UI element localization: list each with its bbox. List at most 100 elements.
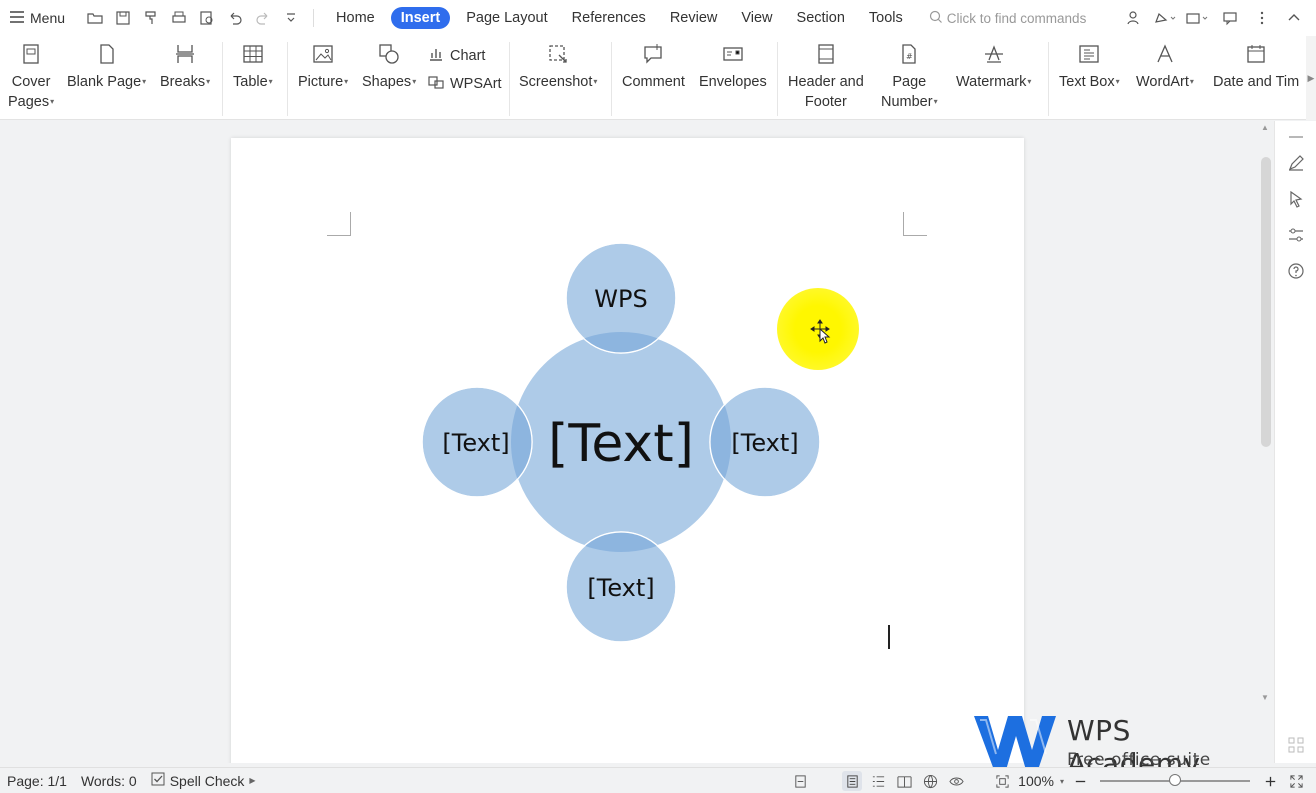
wordart-icon <box>1151 40 1179 68</box>
undo-icon[interactable] <box>221 4 249 32</box>
print-layout-view-icon[interactable] <box>842 771 862 791</box>
zoom-slider[interactable] <box>1100 780 1250 782</box>
text-box-button[interactable]: Text Box▾ <box>1059 40 1120 92</box>
word-count[interactable]: Words: 0 <box>74 773 144 789</box>
screenshot-button[interactable]: Screenshot▾ <box>519 40 597 92</box>
wpsart-label: WPSArt <box>450 76 502 92</box>
breaks-button[interactable]: Breaks▾ <box>160 40 210 92</box>
panel-collapse-icon[interactable] <box>1286 127 1306 147</box>
text-cursor <box>888 625 890 649</box>
grid-apps-icon[interactable] <box>1286 735 1306 755</box>
redo-icon[interactable] <box>249 4 277 32</box>
help-icon[interactable] <box>1286 261 1306 281</box>
print-preview-icon[interactable] <box>193 4 221 32</box>
comment-bubble-icon[interactable] <box>1216 4 1244 32</box>
more-options-icon[interactable] <box>1248 4 1276 32</box>
print-icon[interactable] <box>165 4 193 32</box>
tab-page-layout[interactable]: Page Layout <box>454 7 559 29</box>
page-break-icon <box>171 40 199 68</box>
status-bar: Page: 1/1 Words: 0 Spell Check ▶ 100% ▾ <box>0 767 1316 793</box>
bottom-text[interactable]: [Text] <box>587 574 654 602</box>
zoom-in-icon[interactable] <box>1260 771 1280 791</box>
chart-label: Chart <box>450 48 485 64</box>
page-count[interactable]: Page: 1/1 <box>0 773 74 789</box>
select-pointer-icon[interactable] <box>1286 189 1306 209</box>
wps-academy-logo: WPS Academy Free office suite tutorials <box>972 712 1272 772</box>
watermark-button[interactable]: Watermark▾ <box>956 40 1031 92</box>
window-actions <box>1120 0 1308 36</box>
ribbon-tabs: Home Insert Page Layout References Revie… <box>324 7 915 29</box>
tab-tools[interactable]: Tools <box>857 7 915 29</box>
page-number-button[interactable]: # PageNumber▾ <box>881 40 938 112</box>
comment-icon <box>639 40 667 68</box>
blank-page-button[interactable]: Blank Page▾ <box>67 40 146 92</box>
zoom-level[interactable]: 100% <box>1018 773 1054 789</box>
save-icon[interactable] <box>109 4 137 32</box>
shapes-button[interactable]: Shapes▾ <box>362 40 416 92</box>
open-folder-icon[interactable] <box>81 4 109 32</box>
vertical-scrollbar[interactable]: ▲ ▼ <box>1258 121 1274 711</box>
tab-section[interactable]: Section <box>785 7 857 29</box>
collaborate-icon[interactable] <box>1184 4 1212 32</box>
document-page[interactable]: [Text] WPS [Text] [Text] [Text] <box>231 138 1024 763</box>
table-button[interactable]: Table▾ <box>233 40 273 92</box>
customize-toolbar-icon[interactable] <box>277 4 305 32</box>
reading-view-icon[interactable] <box>894 771 914 791</box>
page-number-label-2: Number <box>881 94 933 110</box>
page-number-label: Page <box>892 74 926 90</box>
comment-label: Comment <box>622 74 685 90</box>
envelopes-button[interactable]: Envelopes <box>699 40 767 92</box>
web-layout-icon[interactable] <box>920 771 940 791</box>
scroll-up-icon[interactable]: ▲ <box>1261 123 1269 132</box>
chart-icon <box>428 46 444 66</box>
screenshot-label: Screenshot <box>519 74 592 90</box>
hamburger-icon <box>10 10 24 26</box>
tab-view[interactable]: View <box>729 7 784 29</box>
document-workspace: [Text] WPS [Text] [Text] [Text] <box>0 121 1258 763</box>
picture-button[interactable]: Picture▾ <box>298 40 348 92</box>
calendar-icon <box>1242 40 1270 68</box>
fullscreen-icon[interactable] <box>1286 771 1306 791</box>
cover-pages-label: Cover <box>12 74 51 90</box>
wpsart-button[interactable]: WPSArt <box>428 74 502 94</box>
wordart-button[interactable]: WordArt▾ <box>1136 40 1194 92</box>
right-text[interactable]: [Text] <box>731 429 798 457</box>
main-menu-button[interactable]: Menu <box>0 0 73 36</box>
cover-pages-label-2: Pages <box>8 94 49 110</box>
adjust-sliders-icon[interactable] <box>1286 225 1306 245</box>
cloud-sync-icon[interactable] <box>1152 4 1180 32</box>
zoom-out-icon[interactable] <box>1070 771 1090 791</box>
header-footer-button[interactable]: Header andFooter <box>788 40 864 112</box>
spell-check-label: Spell Check <box>170 773 245 789</box>
search-placeholder: Click to find commands <box>947 11 1087 26</box>
zoom-slider-thumb[interactable] <box>1169 774 1181 786</box>
outline-view-icon[interactable] <box>868 771 888 791</box>
quick-access-toolbar <box>81 4 305 32</box>
tab-references[interactable]: References <box>560 7 658 29</box>
collapse-ribbon-icon[interactable] <box>1280 4 1308 32</box>
menu-label: Menu <box>30 10 65 26</box>
fit-page-icon[interactable] <box>992 771 1012 791</box>
date-time-button[interactable]: Date and Tim <box>1213 40 1299 92</box>
spell-check-button[interactable]: Spell Check ▶ <box>144 772 263 789</box>
comment-button[interactable]: Comment <box>622 40 685 92</box>
ribbon-scroll-right-icon[interactable]: ▶ <box>1306 36 1316 120</box>
scrollbar-thumb[interactable] <box>1261 157 1271 447</box>
tab-insert[interactable]: Insert <box>391 7 451 29</box>
tab-review[interactable]: Review <box>658 7 730 29</box>
top-text[interactable]: WPS <box>594 285 647 313</box>
zoom-dropdown-icon[interactable]: ▾ <box>1060 777 1064 786</box>
eye-protection-icon[interactable] <box>946 771 966 791</box>
document-map-icon[interactable] <box>790 771 810 791</box>
chart-button[interactable]: Chart <box>428 46 485 66</box>
divider <box>777 42 778 116</box>
center-text[interactable]: [Text] <box>548 414 694 474</box>
scroll-down-icon[interactable]: ▼ <box>1261 693 1269 702</box>
tab-home[interactable]: Home <box>324 7 387 29</box>
cover-pages-button[interactable]: CoverPages▾ <box>8 40 54 112</box>
pen-icon[interactable] <box>1286 153 1306 173</box>
command-search[interactable]: Click to find commands <box>929 10 1114 27</box>
left-text[interactable]: [Text] <box>442 429 509 457</box>
format-painter-icon[interactable] <box>137 4 165 32</box>
share-user-icon[interactable] <box>1120 4 1148 32</box>
